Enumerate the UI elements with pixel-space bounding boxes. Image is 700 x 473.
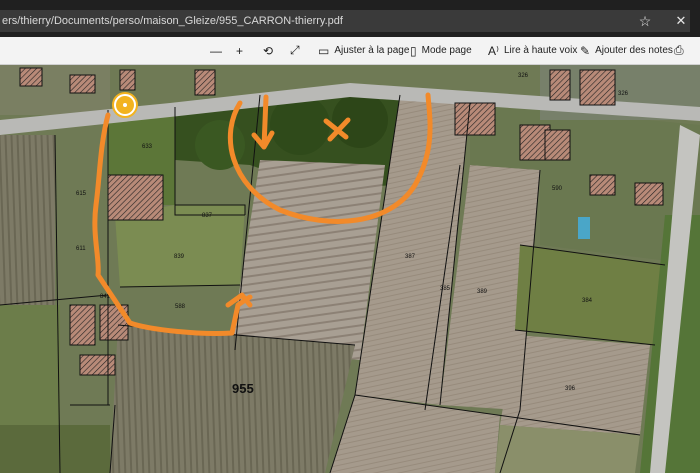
pdf-toolbar: — + ⟲ ⤢ ▭ Ajuster à la page ▯ Mode page … — [0, 37, 700, 65]
zoom-out-button[interactable]: — — [210, 37, 227, 64]
parcel-label: 396 — [565, 386, 576, 392]
fit-page-icon: ▭ — [318, 43, 330, 58]
read-aloud-button[interactable]: A⁾ Lire à haute voix — [488, 37, 577, 64]
add-notes-label: Ajouter des notes — [595, 45, 673, 56]
parcel-label: 326 — [518, 73, 529, 79]
parcel-label: 389 — [477, 289, 488, 295]
parcel-label: 837 — [202, 213, 213, 219]
parcel-label: 384 — [582, 298, 593, 304]
parcel-label: 839 — [174, 254, 185, 260]
read-aloud-label: Lire à haute voix — [503, 45, 578, 56]
page-mode-button[interactable]: ▯ Mode page — [410, 37, 472, 64]
cadastral-aerial-map: 326 633 326 837 839 588 387 389 385 384 … — [0, 65, 700, 473]
print-button[interactable]: ⎙ — [674, 37, 689, 64]
close-icon[interactable]: ✕ — [672, 10, 690, 32]
parcel-label: 387 — [405, 254, 416, 260]
pdf-page: 326 633 326 837 839 588 387 389 385 384 … — [0, 65, 700, 473]
address-bar: ers/thierry/Documents/perso/maison_Gleiz… — [0, 0, 700, 37]
read-aloud-icon: A⁾ — [488, 43, 499, 58]
fullscreen-button[interactable]: ⤢ — [290, 37, 305, 64]
page-mode-icon: ▯ — [410, 43, 417, 58]
parcel-label: 588 — [175, 304, 186, 310]
plus-icon: + — [236, 43, 244, 58]
parcel-label: 385 — [440, 286, 451, 292]
star-icon[interactable]: ☆ — [636, 10, 654, 32]
location-marker[interactable] — [112, 92, 138, 118]
parcel-label: 615 — [76, 191, 87, 197]
parcel-label: 633 — [142, 144, 153, 150]
parcel-955-label: 955 — [232, 381, 254, 396]
rotate-button[interactable]: ⟲ — [263, 37, 278, 64]
minus-icon: — — [210, 43, 222, 58]
pen-icon: ✎ — [580, 43, 591, 58]
rotate-icon: ⟲ — [263, 43, 274, 58]
page-mode-label: Mode page — [421, 45, 472, 56]
fit-page-label: Ajuster à la page — [334, 45, 410, 56]
parcel-label: 326 — [618, 91, 629, 97]
fit-page-button[interactable]: ▭ Ajuster à la page — [318, 37, 409, 64]
zoom-in-button[interactable]: + — [236, 37, 248, 64]
expand-icon: ⤢ — [290, 43, 300, 57]
parcel-label: 590 — [552, 186, 563, 192]
print-icon: ⎙ — [674, 43, 684, 57]
add-notes-button[interactable]: ✎ Ajouter des notes — [580, 37, 673, 64]
url-field[interactable]: ers/thierry/Documents/perso/maison_Gleiz… — [0, 10, 690, 32]
parcel-label: 611 — [76, 246, 86, 252]
